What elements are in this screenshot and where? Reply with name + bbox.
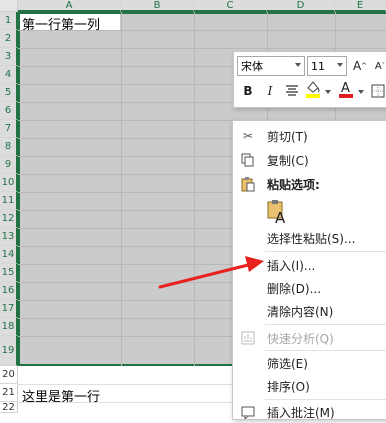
font-color-dropdown-icon[interactable] [358,90,364,94]
svg-text:A: A [341,81,350,96]
quick-analysis-icon [240,330,256,346]
menu-separator [265,251,386,252]
menu-item-sort[interactable]: 排序(O) [233,375,386,397]
column-header-e[interactable]: E [335,0,386,12]
column-header-b[interactable]: B [121,0,194,12]
row-header-13[interactable]: 13 [0,228,18,246]
select-all-corner[interactable] [0,0,18,12]
borders-icon[interactable] [369,82,386,100]
caret-up-icon: ^ [361,62,368,70]
row-header-16[interactable]: 16 [0,282,18,300]
menu-item-cut-label: 剪切(T) [267,129,308,144]
italic-button[interactable]: I [261,82,279,100]
paste-options-label: 粘贴选项: [267,177,320,192]
grid-line [18,48,386,49]
row-header-20[interactable]: 20 [0,366,18,384]
menu-item-filter[interactable]: 筛选(E) [233,352,386,374]
menu-item-quick-analysis-label: 快速分析(Q) [267,331,334,346]
chevron-down-icon [295,63,301,67]
menu-item-cut[interactable]: ✂ 剪切(T) [233,125,386,147]
menu-item-insert-comment-label: 插入批注(M) [267,405,335,420]
menu-item-delete-label: 删除(D)... [267,281,322,296]
row-header-4[interactable]: 4 [0,66,18,84]
menu-item-copy[interactable]: 复制(C) [233,149,386,171]
row-header-3[interactable]: 3 [0,48,18,66]
menu-item-filter-label: 筛选(E) [267,356,308,371]
cell-a1[interactable]: 第一行第一列 [22,14,100,33]
row-header-17[interactable]: 17 [0,300,18,318]
menu-item-insert[interactable]: 插入(I)... [233,254,386,276]
copy-icon [240,152,256,168]
caret-down-icon: ˇ [381,62,386,70]
menu-item-insert-comment[interactable]: 插入批注(M) [233,401,386,423]
bold-button[interactable]: B [239,82,257,100]
menu-item-copy-label: 复制(C) [267,153,309,168]
grow-font-letter: A [352,59,362,73]
row-header-15[interactable]: 15 [0,264,18,282]
row-header-21[interactable]: 21 [0,384,18,402]
shrink-font-button[interactable]: Aˇ [371,57,386,75]
font-name-dropdown[interactable]: 宋体 [237,56,305,76]
menu-item-clear-contents-label: 清除内容(N) [267,304,334,319]
row-header-19[interactable]: 19 [0,336,18,366]
paste-clipboard-icon[interactable]: A [267,199,289,227]
shrink-font-letter: A [374,60,382,72]
menu-item-insert-label: 插入(I)... [267,258,316,273]
italic-label: I [267,84,273,98]
menu-item-clear-contents[interactable]: 清除内容(N) [233,300,386,322]
row-header-22[interactable]: 22 [0,402,18,413]
menu-separator [265,350,386,351]
menu-item-quick-analysis[interactable]: 快速分析(Q) [233,327,386,349]
row-header-10[interactable]: 10 [0,174,18,192]
row-header-8[interactable]: 8 [0,138,18,156]
scissors-icon: ✂ [242,129,254,143]
column-header-d[interactable]: D [267,0,335,12]
row-header-1[interactable]: 1 [0,12,18,30]
mini-toolbar: 宋体 11 A ^ Aˇ B I A [233,51,386,108]
menu-item-paste-special[interactable]: 选择性粘贴(S)... [233,227,386,249]
row-header-2[interactable]: 2 [0,30,18,48]
context-menu: ✂ 剪切(T) 复制(C) 粘贴选项: A 选择性粘贴(S)... 插入(I).… [232,120,386,420]
menu-separator [265,399,386,400]
font-size-dropdown[interactable]: 11 [307,56,347,76]
cell-a21[interactable]: 这里是第一行 [22,386,100,405]
paste-icon [240,176,256,192]
menu-separator [265,324,386,325]
font-color-button[interactable]: A [337,80,355,98]
menu-item-sort-label: 排序(O) [267,379,310,394]
menu-item-delete[interactable]: 删除(D)... [233,277,386,299]
row-header-12[interactable]: 12 [0,210,18,228]
row-header-7[interactable]: 7 [0,120,18,138]
fill-color-button[interactable] [304,80,322,98]
fill-color-dropdown-icon[interactable] [325,90,331,94]
row-header-18[interactable]: 18 [0,318,18,336]
row-header-11[interactable]: 11 [0,192,18,210]
bold-label: B [243,84,253,98]
row-header-14[interactable]: 14 [0,246,18,264]
comment-icon [240,404,256,420]
font-size-value: 11 [311,59,325,73]
row-header-9[interactable]: 9 [0,156,18,174]
column-header-a[interactable]: A [18,0,121,12]
paste-options-header: 粘贴选项: [233,173,386,195]
align-center-icon[interactable] [283,82,301,100]
grow-font-button[interactable]: A ^ [351,57,369,75]
font-name-value: 宋体 [241,60,263,73]
row-header-5[interactable]: 5 [0,84,18,102]
row-header-6[interactable]: 6 [0,102,18,120]
svg-text:A: A [275,209,286,225]
menu-item-paste-special-label: 选择性粘贴(S)... [267,231,356,246]
chevron-down-icon [337,63,343,67]
column-header-c[interactable]: C [194,0,267,12]
